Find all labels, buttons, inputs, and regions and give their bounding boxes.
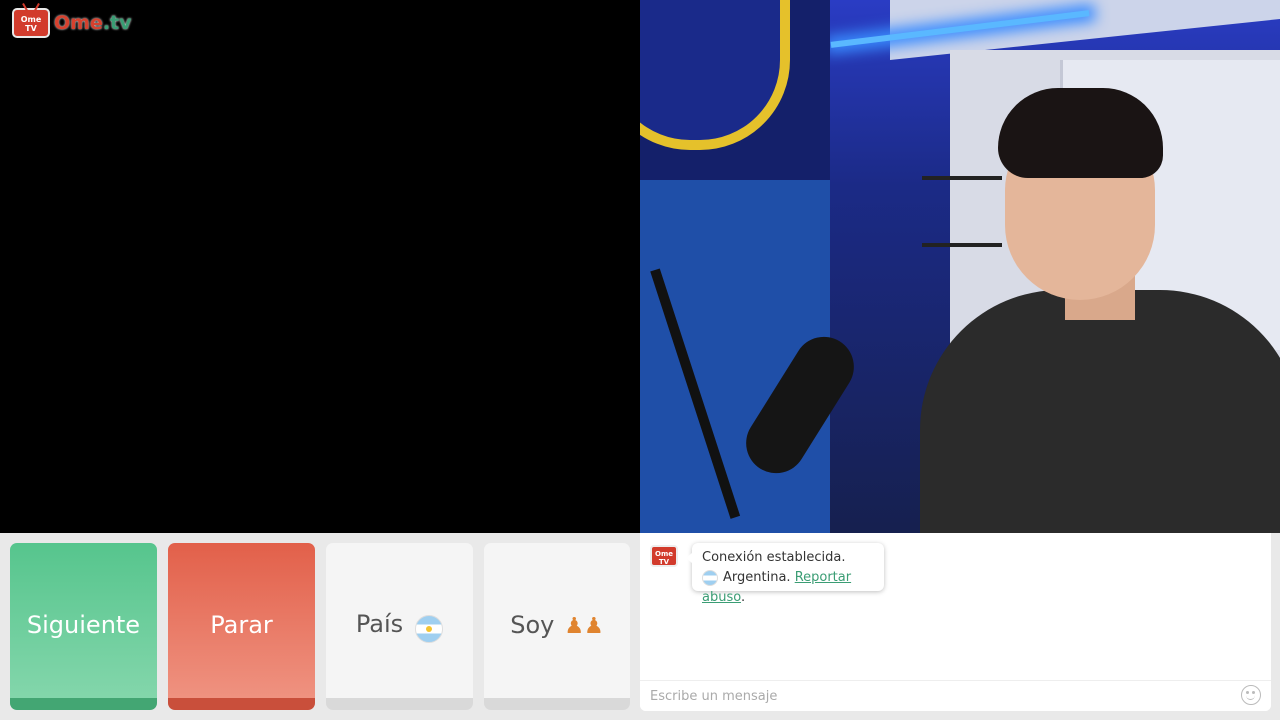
control-buttons: Siguiente Parar País Soy ♟♟ xyxy=(0,533,640,720)
country-name: Argentina. xyxy=(723,570,791,585)
gender-button[interactable]: Soy ♟♟ xyxy=(484,543,630,710)
system-message-bubble: Conexión establecida. Argentina. Reporta… xyxy=(686,543,884,605)
argentina-flag-icon xyxy=(415,614,444,643)
ometv-logo: Ome TV Ome.tv xyxy=(12,8,132,38)
person-body xyxy=(920,290,1280,533)
local-video-panel xyxy=(640,0,1280,533)
tv-logo-icon: Ome TV xyxy=(12,8,50,38)
scrollbar[interactable] xyxy=(1271,533,1280,720)
country-line: Argentina. Reportar abuso. xyxy=(702,568,874,608)
ometv-chat-logo-icon: Ome TV xyxy=(650,545,678,567)
stop-button[interactable]: Parar xyxy=(168,543,315,710)
report-suffix: . xyxy=(740,590,746,605)
shelf xyxy=(922,176,1002,180)
argentina-flag-icon xyxy=(702,569,718,586)
country-button[interactable]: País xyxy=(326,543,473,710)
connection-status-text: Conexión establecida. xyxy=(702,550,846,565)
chat-panel: Ome TV Conexión establecida. Argentina. R… xyxy=(640,533,1271,711)
shelf xyxy=(922,243,1002,247)
next-button[interactable]: Siguiente xyxy=(10,543,157,710)
smiley-icon[interactable] xyxy=(1241,685,1261,705)
message-input[interactable] xyxy=(640,680,1271,711)
remote-video-panel: Ome TV Ome.tv xyxy=(0,0,640,533)
couple-icon: ♟♟ xyxy=(564,613,604,639)
wall-flag xyxy=(640,0,830,185)
logo-text: Ome.tv xyxy=(54,12,132,34)
person-hair xyxy=(998,88,1163,178)
